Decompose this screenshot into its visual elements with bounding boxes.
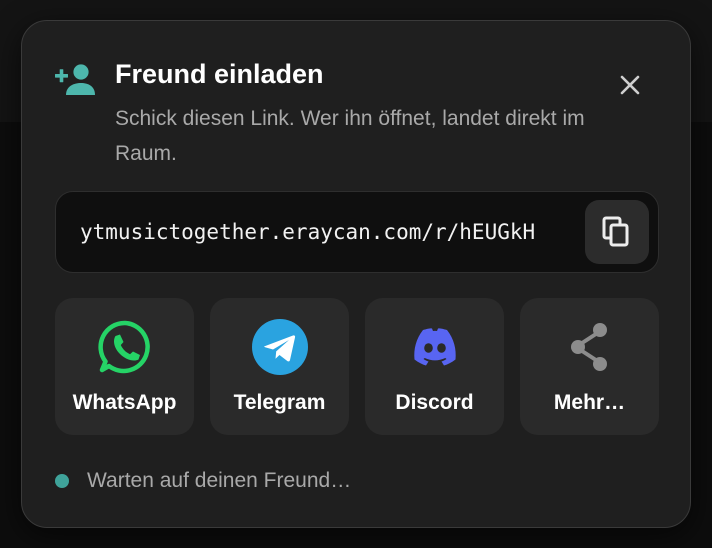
invite-link-text[interactable]: ytmusictogether.eraycan.com/r/hEUGkH [80, 214, 535, 250]
person-add-icon [55, 63, 95, 95]
share-icon [561, 318, 619, 376]
copy-icon [602, 216, 629, 247]
invite-dialog: Freund einladen Schick diesen Link. Wer … [21, 20, 691, 528]
share-discord-label: Discord [395, 391, 474, 414]
share-whatsapp-button[interactable]: WhatsApp [55, 298, 194, 435]
whatsapp-icon [96, 318, 154, 376]
dialog-subtitle: Schick diesen Link. Wer ihn öffnet, land… [115, 107, 585, 165]
telegram-icon [251, 318, 309, 376]
share-discord-button[interactable]: Discord [365, 298, 504, 435]
close-button[interactable] [612, 67, 648, 103]
close-icon [620, 75, 640, 95]
share-more-label: Mehr… [553, 391, 626, 414]
waiting-status: Warten auf deinen Freund… [55, 465, 351, 497]
invite-link-field[interactable]: ytmusictogether.eraycan.com/r/hEUGkH [55, 191, 659, 273]
status-dot [55, 474, 69, 488]
status-text: Warten auf deinen Freund… [87, 469, 352, 492]
share-more-button[interactable]: Mehr… [520, 298, 659, 435]
discord-icon [406, 318, 464, 376]
dialog-title: Freund einladen [115, 59, 324, 89]
share-telegram-button[interactable]: Telegram [210, 298, 349, 435]
share-whatsapp-label: WhatsApp [72, 391, 177, 414]
share-telegram-label: Telegram [233, 391, 326, 414]
copy-link-button[interactable] [585, 200, 649, 264]
